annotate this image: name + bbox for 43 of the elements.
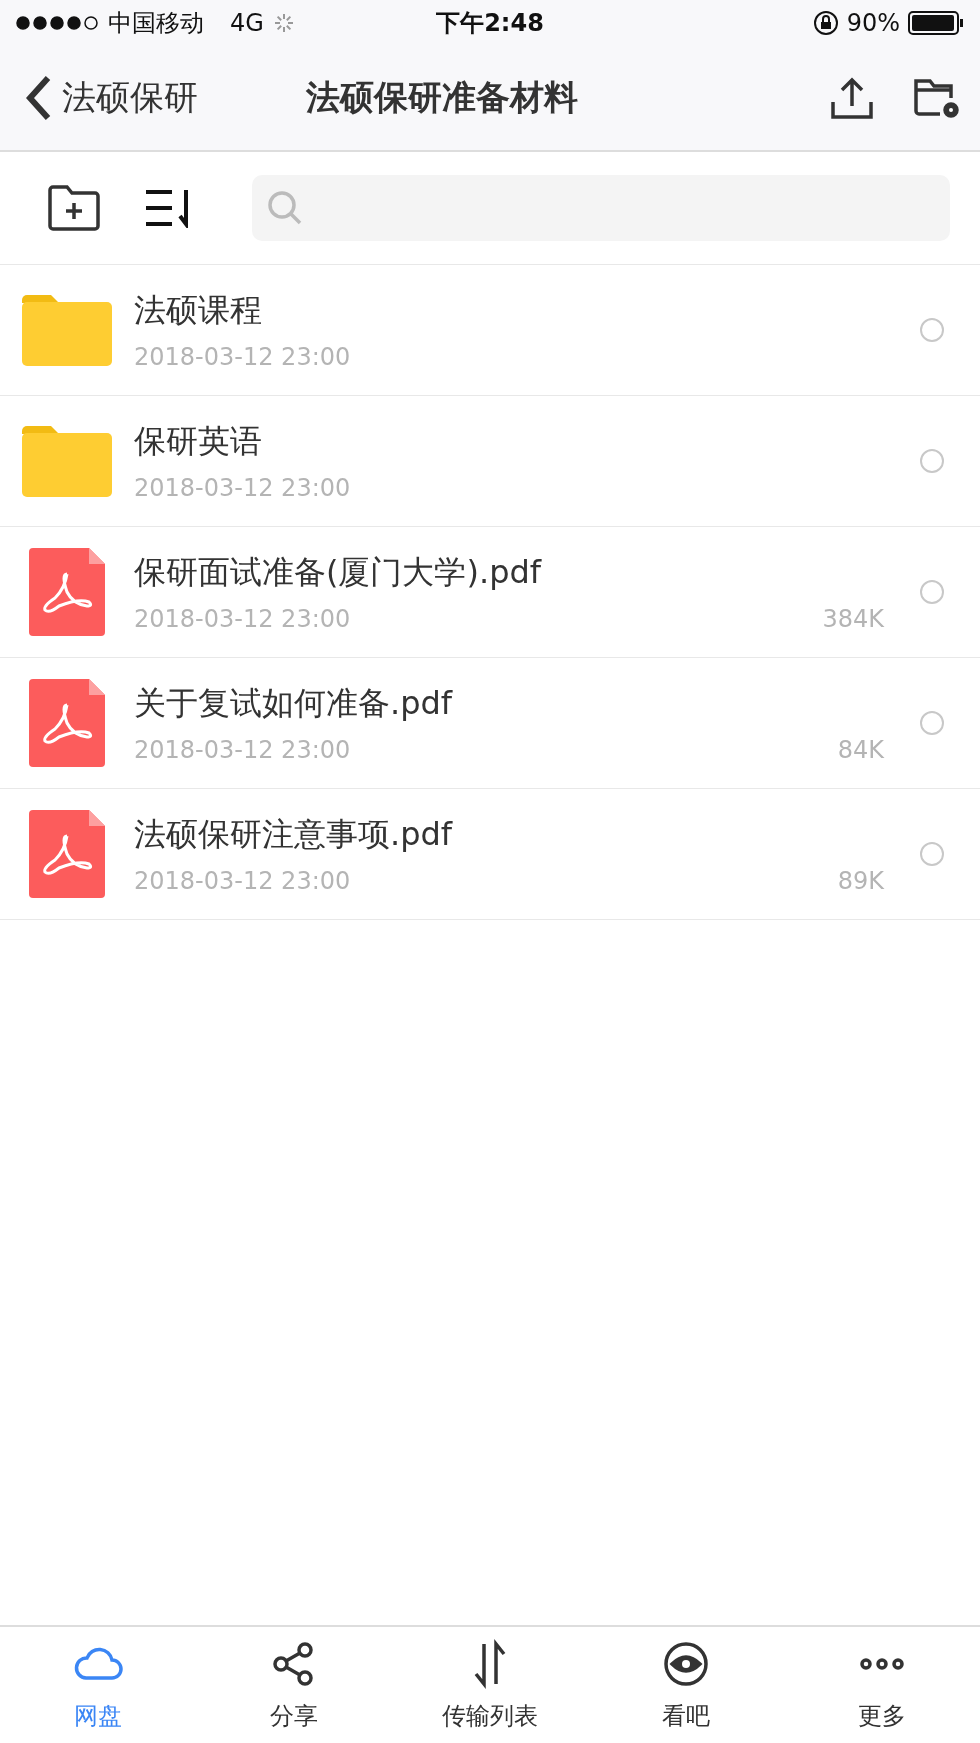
file-row[interactable]: 法硕课程 2018-03-12 23:00 (0, 265, 980, 396)
file-name: 法硕保研注意事项.pdf (134, 814, 454, 855)
select-radio[interactable] (920, 449, 944, 473)
signal-icon (16, 16, 100, 30)
clock-time: 下午2:48 (436, 8, 544, 39)
file-size: 384K (822, 605, 884, 633)
file-date: 2018-03-12 23:00 (134, 736, 351, 764)
search-field[interactable] (252, 175, 950, 241)
select-radio[interactable] (920, 580, 944, 604)
page-title: 法硕保研准备材料 (306, 76, 579, 119)
select-radio[interactable] (920, 318, 944, 342)
file-row[interactable]: 保研英语 2018-03-12 23:00 (0, 396, 980, 527)
file-name: 法硕课程 (134, 290, 263, 331)
file-date: 2018-03-12 23:00 (134, 343, 351, 371)
network-type: 4G (230, 9, 264, 37)
new-folder-icon[interactable] (48, 185, 100, 231)
file-row[interactable]: 保研面试准备(厦门大学).pdf 2018-03-12 23:00 384K (0, 527, 980, 658)
file-date: 2018-03-12 23:00 (134, 474, 351, 502)
file-date: 2018-03-12 23:00 (134, 867, 351, 895)
battery-icon (908, 11, 964, 35)
upload-icon[interactable] (830, 76, 874, 120)
file-size: 84K (837, 736, 884, 764)
search-icon (266, 189, 304, 227)
file-size: 89K (837, 867, 884, 895)
select-radio[interactable] (920, 711, 944, 735)
folder-icon (22, 425, 112, 497)
file-row[interactable]: 法硕保研注意事项.pdf 2018-03-12 23:00 89K (0, 789, 980, 920)
battery-percent: 90% (846, 9, 900, 37)
file-name: 保研英语 (134, 421, 263, 462)
pdf-icon (29, 548, 105, 636)
file-name: 关于复试如何准备.pdf (134, 683, 454, 724)
back-button[interactable]: 法硕保研 (26, 75, 306, 121)
rotation-lock-icon (812, 10, 839, 36)
chevron-left-icon (26, 75, 52, 121)
file-name: 保研面试准备(厦门大学).pdf (134, 552, 543, 593)
carrier-name: 中国移动 (108, 8, 204, 39)
file-row[interactable]: 关于复试如何准备.pdf 2018-03-12 23:00 84K (0, 658, 980, 789)
select-radio[interactable] (920, 842, 944, 866)
pdf-icon (29, 810, 105, 898)
file-date: 2018-03-12 23:00 (134, 605, 351, 633)
folder-icon (22, 294, 112, 366)
folder-settings-icon[interactable] (914, 76, 960, 120)
pdf-icon (29, 679, 105, 767)
